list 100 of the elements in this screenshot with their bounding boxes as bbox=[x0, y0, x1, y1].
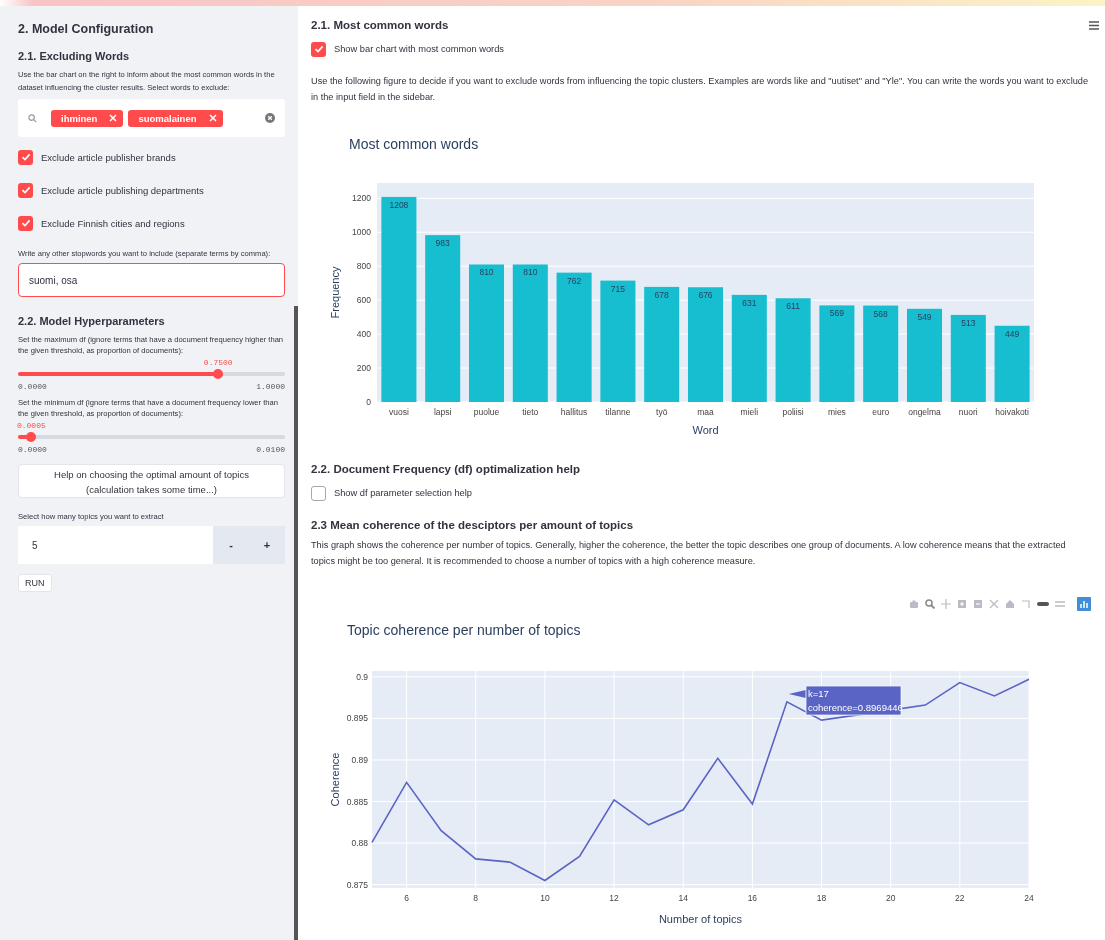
tick-label: 10 bbox=[540, 893, 550, 903]
tick-label: 14 bbox=[678, 893, 688, 903]
tick-label: lapsi bbox=[433, 407, 452, 417]
logo-icon[interactable] bbox=[1077, 597, 1091, 611]
hover-icon[interactable] bbox=[1037, 599, 1049, 609]
check-icon bbox=[20, 185, 31, 195]
axis-title: Coherence bbox=[329, 752, 341, 807]
tick-label: 0.88 bbox=[351, 838, 368, 849]
camera-icon[interactable] bbox=[909, 599, 919, 609]
tick-label: työ bbox=[656, 407, 668, 417]
data-label: 810 bbox=[479, 267, 494, 278]
tick-label: ongelma bbox=[908, 407, 941, 417]
tick-label: 0 bbox=[366, 397, 371, 407]
increment-button[interactable]: + bbox=[249, 526, 285, 564]
decrement-button[interactable]: - bbox=[213, 526, 249, 564]
checkbox[interactable] bbox=[18, 215, 33, 231]
section-heading: 2. Model Configuration bbox=[18, 22, 155, 36]
search-icon bbox=[28, 113, 37, 123]
help-button[interactable]: Help on choosing the optimal amount of topics (calculation takes some time...) bbox=[18, 464, 285, 498]
data-label: 810 bbox=[523, 267, 538, 278]
tick-label: 18 bbox=[816, 893, 827, 903]
tick-label: puolue bbox=[473, 407, 500, 417]
tick-label: 0.89 bbox=[351, 754, 368, 765]
run-button[interactable]: RUN bbox=[18, 574, 52, 592]
check-icon bbox=[20, 218, 31, 228]
text-field[interactable]: suomi, osa bbox=[18, 263, 285, 297]
close-icon[interactable] bbox=[109, 114, 118, 122]
tick-label: euro bbox=[872, 407, 890, 417]
close-icon[interactable] bbox=[208, 114, 217, 122]
check-icon bbox=[20, 152, 31, 162]
tick-label: 800 bbox=[356, 261, 371, 272]
chart-title: Topic coherence per number of topics bbox=[347, 622, 581, 638]
slider-track[interactable] bbox=[18, 372, 285, 376]
axis-title: Frequency bbox=[329, 266, 341, 319]
section-heading: 2.2. Model Hyperparameters bbox=[18, 315, 166, 327]
zoom-in-icon[interactable] bbox=[957, 599, 967, 609]
tick-label: 20 bbox=[885, 893, 896, 903]
data-label: 1208 bbox=[389, 199, 409, 210]
slider-value: 0.0005 bbox=[16, 421, 46, 430]
autoscale-icon[interactable] bbox=[989, 599, 999, 609]
slider-min: 0.0000 bbox=[18, 445, 47, 454]
data-label: 676 bbox=[698, 290, 713, 301]
description-text: Use the following figure to decide if you want to exclude words from influencing the topic clusters. Examples are words like and "uutiset" and "Yle". You can write the words you want to exclude in the input field in the sidebar. bbox=[311, 75, 1090, 104]
slider-min: 0.0000 bbox=[18, 382, 47, 391]
data-label: 569 bbox=[829, 308, 844, 319]
tick-label: 1200 bbox=[352, 193, 371, 204]
slider-max: 0.0100 bbox=[256, 445, 285, 454]
pan-icon[interactable] bbox=[941, 599, 951, 609]
zoom-icon[interactable] bbox=[925, 599, 935, 609]
tick-label: 16 bbox=[747, 893, 758, 903]
tick-label: 24 bbox=[1024, 893, 1034, 903]
slider-thumb[interactable] bbox=[213, 369, 224, 379]
tick-label: 600 bbox=[356, 295, 371, 306]
compare-icon[interactable] bbox=[1055, 599, 1065, 609]
tick-label: poliisi bbox=[782, 407, 804, 417]
zoom-out-icon[interactable] bbox=[973, 599, 983, 609]
tick-label: mies bbox=[827, 407, 846, 417]
axis-title: Word bbox=[692, 424, 719, 436]
tick-label: mieli bbox=[740, 407, 759, 417]
checkbox-label: Exclude article publishing departments bbox=[41, 184, 204, 196]
tick-label: 1000 bbox=[352, 227, 371, 238]
checkbox[interactable] bbox=[311, 41, 326, 57]
tick-label: nuori bbox=[958, 407, 978, 417]
section-heading: 2.3 Mean coherence of the desciptors per amount of topics bbox=[311, 519, 635, 531]
tick-label: 200 bbox=[356, 363, 371, 374]
slider-value: 0.7500 bbox=[203, 358, 233, 367]
tick-label: hallitus bbox=[560, 407, 588, 417]
slider-thumb[interactable] bbox=[26, 432, 37, 442]
tick-label: 0.9 bbox=[356, 671, 368, 682]
checkbox-label: Show df parameter selection help bbox=[334, 488, 472, 498]
tick-label: 0.885 bbox=[346, 796, 368, 807]
section-heading: 2.1. Excluding Words bbox=[18, 50, 131, 62]
checkbox[interactable] bbox=[18, 149, 33, 165]
data-label: 678 bbox=[654, 289, 669, 300]
tick-label: 400 bbox=[356, 329, 371, 340]
data-label: 549 bbox=[917, 311, 932, 322]
scrollbar[interactable] bbox=[294, 306, 298, 940]
tick-label: vuosi bbox=[389, 407, 409, 417]
checkbox-label: Show bar chart with most common words bbox=[334, 44, 504, 54]
tick-label: tilanne bbox=[605, 407, 631, 417]
check-icon bbox=[313, 44, 324, 54]
tick-label: 0.875 bbox=[346, 879, 368, 890]
tick-label: 8 bbox=[473, 893, 479, 903]
data-label: 762 bbox=[567, 275, 582, 286]
description-text: This graph shows the coherence per number of topics. Generally, higher the coherence, the better the topic describes one group of documents. A low coherence means that the extracted topics might be too general. It is recommended to choose a number of topics with a high coherence measure. bbox=[311, 539, 1067, 568]
section-heading: 2.2. Document Frequency (df) optimalization help bbox=[311, 463, 581, 475]
data-label: 715 bbox=[610, 283, 625, 294]
checkbox-label: Exclude article publisher brands bbox=[41, 151, 176, 163]
spike-icon[interactable] bbox=[1021, 599, 1031, 609]
data-label: 631 bbox=[742, 297, 757, 308]
home-icon[interactable] bbox=[1005, 599, 1015, 609]
number-field[interactable]: 5 bbox=[18, 526, 213, 564]
checkbox[interactable] bbox=[18, 182, 33, 198]
data-label: 513 bbox=[961, 317, 976, 328]
menu-icon[interactable] bbox=[1089, 21, 1099, 30]
checkbox[interactable] bbox=[311, 485, 326, 501]
data-label: 449 bbox=[1005, 328, 1020, 339]
clear-icon[interactable] bbox=[265, 113, 275, 123]
data-label: 568 bbox=[873, 308, 888, 319]
tick-label: hoivakoti bbox=[995, 407, 1029, 417]
